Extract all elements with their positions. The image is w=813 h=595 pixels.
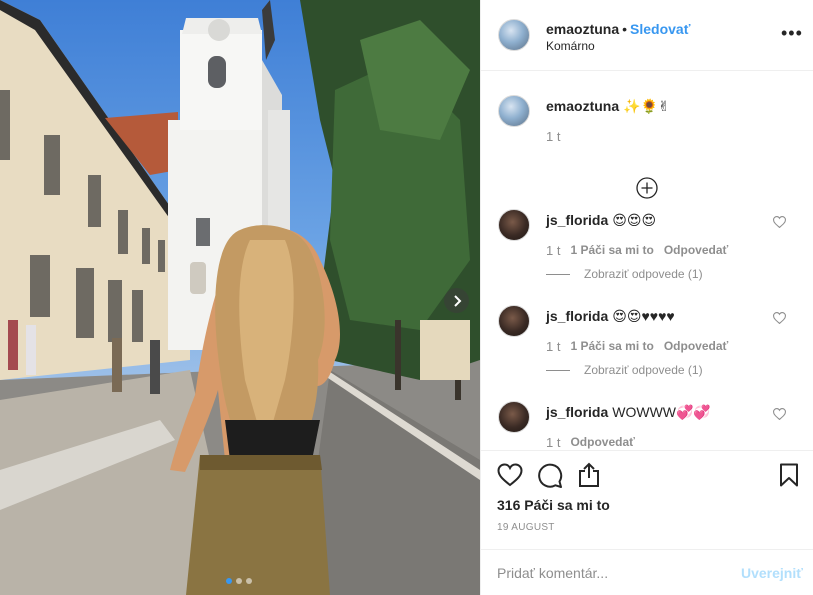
carousel-indicator [226,578,252,584]
caption-time[interactable]: 1 t [546,129,560,144]
replies-line [546,273,570,275]
comment-icon[interactable] [537,463,563,488]
plus-circle-icon[interactable] [636,177,658,199]
comment-input[interactable] [497,562,727,584]
avatar[interactable] [498,401,530,433]
comment-time[interactable]: 1 t [546,435,560,450]
post-container: emaoztuna • Sledovať Komárno ••• emaoztuna… [0,0,813,595]
comment-likes[interactable]: 1 Páči sa mi to [570,339,653,354]
comment-username[interactable]: js_florida [546,212,608,228]
view-replies-label: Zobraziť odpovede (1) [584,267,703,281]
location-link[interactable]: Komárno [546,39,595,53]
more-options-icon[interactable]: ••• [781,24,803,42]
post-comment-button[interactable]: Uverejniť [741,565,803,581]
comment-text: 😍😍♥♥♥♥ [612,308,675,324]
comment-username[interactable]: js_florida [546,308,608,324]
comment-username[interactable]: js_florida [546,404,608,420]
comments-list[interactable]: emaoztuna ✨🌻✌ 1 t js_florida 😍😍😍 1 t1 Páči… [481,72,813,450]
comment-like-icon[interactable] [773,216,786,228]
street-scene-image [0,0,480,595]
carousel-dot [226,578,232,584]
replies-line [546,369,570,371]
carousel-dot [236,578,242,584]
post-sidebar: emaoztuna • Sledovať Komárno ••• emaoztuna… [480,0,813,595]
comment-time[interactable]: 1 t [546,339,560,354]
view-replies-label: Zobraziť odpovede (1) [584,363,703,377]
share-icon[interactable] [577,462,601,488]
comment-time[interactable]: 1 t [546,243,560,258]
header-username[interactable]: emaoztuna [546,21,619,37]
header-separator: • [622,21,628,37]
comment-like-icon[interactable] [773,408,786,420]
post-header: emaoztuna • Sledovať Komárno ••• [481,0,813,71]
reply-button[interactable]: Odpovedať [664,339,728,354]
follow-button[interactable]: Sledovať [630,21,690,37]
comment-text: WOWWW💞💞 [612,404,711,420]
post-date[interactable]: 19 AUGUST [497,522,555,533]
caption-username[interactable]: emaoztuna [546,98,619,114]
view-replies-button[interactable]: Zobraziť odpovede (1) [546,363,703,377]
avatar[interactable] [498,305,530,337]
caption-text: ✨🌻✌ [623,98,670,114]
chevron-right-icon [453,294,461,307]
reply-button[interactable]: Odpovedať [664,243,728,258]
post-photo[interactable] [0,0,480,595]
view-replies-button[interactable]: Zobraziť odpovede (1) [546,267,703,281]
comment-likes[interactable]: 1 Páči sa mi to [570,243,653,258]
add-comment-bar: Uverejniť [481,549,813,595]
carousel-dot [246,578,252,584]
avatar[interactable] [498,95,530,127]
likes-count[interactable]: 316 Páči sa mi to [497,497,610,513]
bookmark-icon[interactable] [779,463,799,487]
heart-icon[interactable] [497,463,523,487]
comment-text: 😍😍😍 [612,212,657,228]
avatar[interactable] [498,209,530,241]
carousel-next-button[interactable] [444,288,469,313]
avatar[interactable] [498,19,530,51]
post-actions: 316 Páči sa mi to 19 AUGUST [481,450,813,548]
caption-body: emaoztuna ✨🌻✌ [546,98,670,115]
reply-button[interactable]: Odpovedať [570,435,634,450]
comment-like-icon[interactable] [773,312,786,324]
